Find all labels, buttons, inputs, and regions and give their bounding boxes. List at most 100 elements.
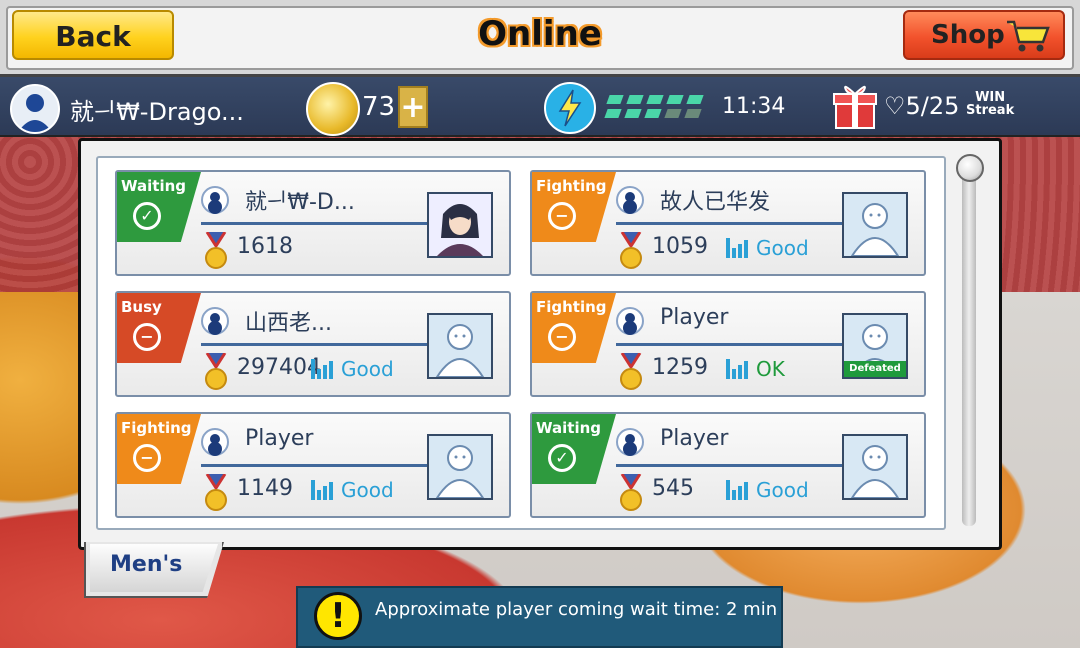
default-avatar-image [850, 445, 900, 498]
coin-count: 73 [362, 92, 396, 122]
cart-icon [1007, 20, 1050, 52]
player-card[interactable]: Waiting ✓ 就ᅴ₩-D... 1618 [115, 170, 511, 276]
status-icon: − [133, 444, 161, 472]
page-title: Online [478, 14, 602, 54]
status-icon: − [133, 323, 161, 351]
status-icon: − [548, 202, 576, 230]
energy-segment [664, 109, 682, 118]
signal-label: OK [756, 357, 785, 381]
energy-timer: 11:34 [722, 94, 786, 119]
signal-icon [311, 480, 333, 500]
player-name: 山西老... [245, 311, 332, 336]
avatar[interactable] [10, 84, 60, 134]
player-score: 1259 [652, 355, 708, 380]
signal-label: Good [756, 478, 809, 502]
player-score: 1618 [237, 234, 293, 259]
lightning-icon [544, 82, 596, 134]
status-icon: ✓ [133, 202, 161, 230]
signal-indicator: Good [726, 478, 809, 502]
player-avatar: Defeated [842, 313, 908, 379]
energy-segment [604, 109, 622, 118]
gift-icon[interactable] [832, 82, 878, 130]
defeated-badge: Defeated [844, 361, 906, 377]
status-icon: − [548, 323, 576, 351]
status-label: Fighting [536, 298, 607, 316]
win-streak: ♡5/25 [884, 92, 960, 120]
user-icon [18, 94, 52, 132]
signal-icon [726, 480, 748, 500]
signal-label: Good [341, 357, 394, 381]
energy-segment [644, 109, 662, 118]
add-coins-button[interactable]: + [398, 86, 428, 128]
user-icon [201, 307, 229, 335]
player-name: Player [660, 426, 729, 451]
medal-icon [205, 474, 227, 511]
player-avatar [427, 313, 493, 379]
signal-label: Good [756, 236, 809, 260]
name-strip [616, 418, 842, 467]
status-badge: Fighting − [532, 293, 616, 363]
player-score: 1149 [237, 476, 293, 501]
player-score: 297404 [237, 355, 321, 380]
energy-segment [684, 109, 702, 118]
energy-segment [666, 95, 684, 104]
medal-icon [205, 353, 227, 390]
username: 就ᅴ₩-Drago... [70, 98, 244, 126]
shop-button-label: Shop [931, 20, 1005, 50]
status-label: Waiting [121, 177, 187, 195]
status-badge: Waiting ✓ [532, 414, 616, 484]
user-icon [201, 428, 229, 456]
signal-indicator: Good [311, 478, 394, 502]
tab-mens-label: Men's [110, 552, 183, 577]
energy-segment [646, 95, 664, 104]
signal-icon [726, 359, 748, 379]
player-avatar [842, 192, 908, 258]
player-card[interactable]: Fighting − Player 1259 OK Defeated [530, 291, 926, 397]
signal-icon [311, 359, 333, 379]
player-card[interactable]: Busy − 山西老... 297404 Good [115, 291, 511, 397]
anime-avatar-image [429, 194, 491, 256]
name-strip [616, 297, 842, 346]
status-badge: Fighting − [532, 172, 616, 242]
player-name: Player [245, 426, 314, 451]
user-icon [616, 428, 644, 456]
status-label: Busy [121, 298, 162, 316]
status-label: Fighting [536, 177, 607, 195]
player-avatar [842, 434, 908, 500]
status-label: Waiting [536, 419, 602, 437]
win-streak-label: WIN Streak [966, 90, 1015, 118]
player-card[interactable]: Fighting − 故人已华发 1059 Good [530, 170, 926, 276]
signal-label: Good [341, 478, 394, 502]
user-icon [616, 186, 644, 214]
shop-button[interactable]: Shop [903, 10, 1065, 60]
signal-indicator: Good [311, 357, 394, 381]
coin-icon [306, 82, 360, 136]
signal-indicator: Good [726, 236, 809, 260]
name-strip [201, 418, 427, 467]
signal-icon [726, 238, 748, 258]
scrollbar[interactable] [962, 170, 976, 526]
status-icon: ✓ [548, 444, 576, 472]
player-card[interactable]: Waiting ✓ Player 545 Good [530, 412, 926, 518]
wait-time-text: Approximate player coming wait time: 2 m… [375, 599, 778, 620]
player-name: 故人已华发 [660, 190, 771, 215]
medal-icon [620, 353, 642, 390]
warning-icon: ! [314, 592, 362, 640]
player-name: Player [660, 305, 729, 330]
energy-segment [686, 95, 704, 104]
default-avatar-image [850, 203, 900, 256]
energy-segment [626, 95, 644, 104]
status-badge: Fighting − [117, 414, 201, 484]
medal-icon [620, 232, 642, 269]
player-avatar [427, 434, 493, 500]
scrollbar-thumb[interactable] [956, 154, 984, 182]
signal-indicator: OK [726, 357, 785, 381]
player-avatar [427, 192, 493, 258]
energy-segment [624, 109, 642, 118]
player-score: 545 [652, 476, 694, 501]
back-button[interactable]: Back [12, 10, 174, 60]
user-icon [201, 186, 229, 214]
user-icon [616, 307, 644, 335]
player-card[interactable]: Fighting − Player 1149 Good [115, 412, 511, 518]
status-label: Fighting [121, 419, 192, 437]
